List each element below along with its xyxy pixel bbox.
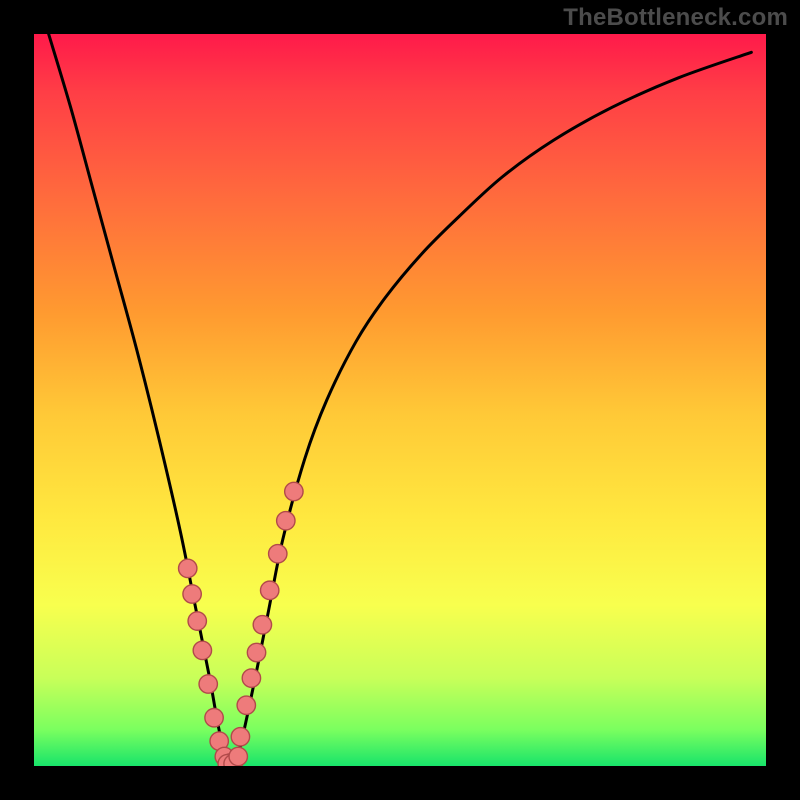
data-point <box>199 675 217 693</box>
data-point <box>205 708 223 726</box>
data-point <box>237 696 255 714</box>
dots-layer <box>179 482 304 766</box>
data-point <box>269 545 287 563</box>
chart-overlay <box>34 34 766 766</box>
data-point <box>277 512 295 530</box>
data-point <box>253 616 271 634</box>
data-point <box>261 581 279 599</box>
data-point <box>242 669 260 687</box>
data-point <box>193 641 211 659</box>
data-point <box>188 612 206 630</box>
data-point <box>183 585 201 603</box>
data-point <box>285 482 303 500</box>
chart-frame: TheBottleneck.com <box>0 0 800 800</box>
data-point <box>179 559 197 577</box>
plot-area <box>34 34 766 766</box>
data-point <box>231 728 249 746</box>
watermark-text: TheBottleneck.com <box>563 4 788 32</box>
data-point <box>247 643 265 661</box>
bottleneck-curve <box>49 34 752 763</box>
curve-layer <box>49 34 752 763</box>
data-point <box>229 747 247 765</box>
